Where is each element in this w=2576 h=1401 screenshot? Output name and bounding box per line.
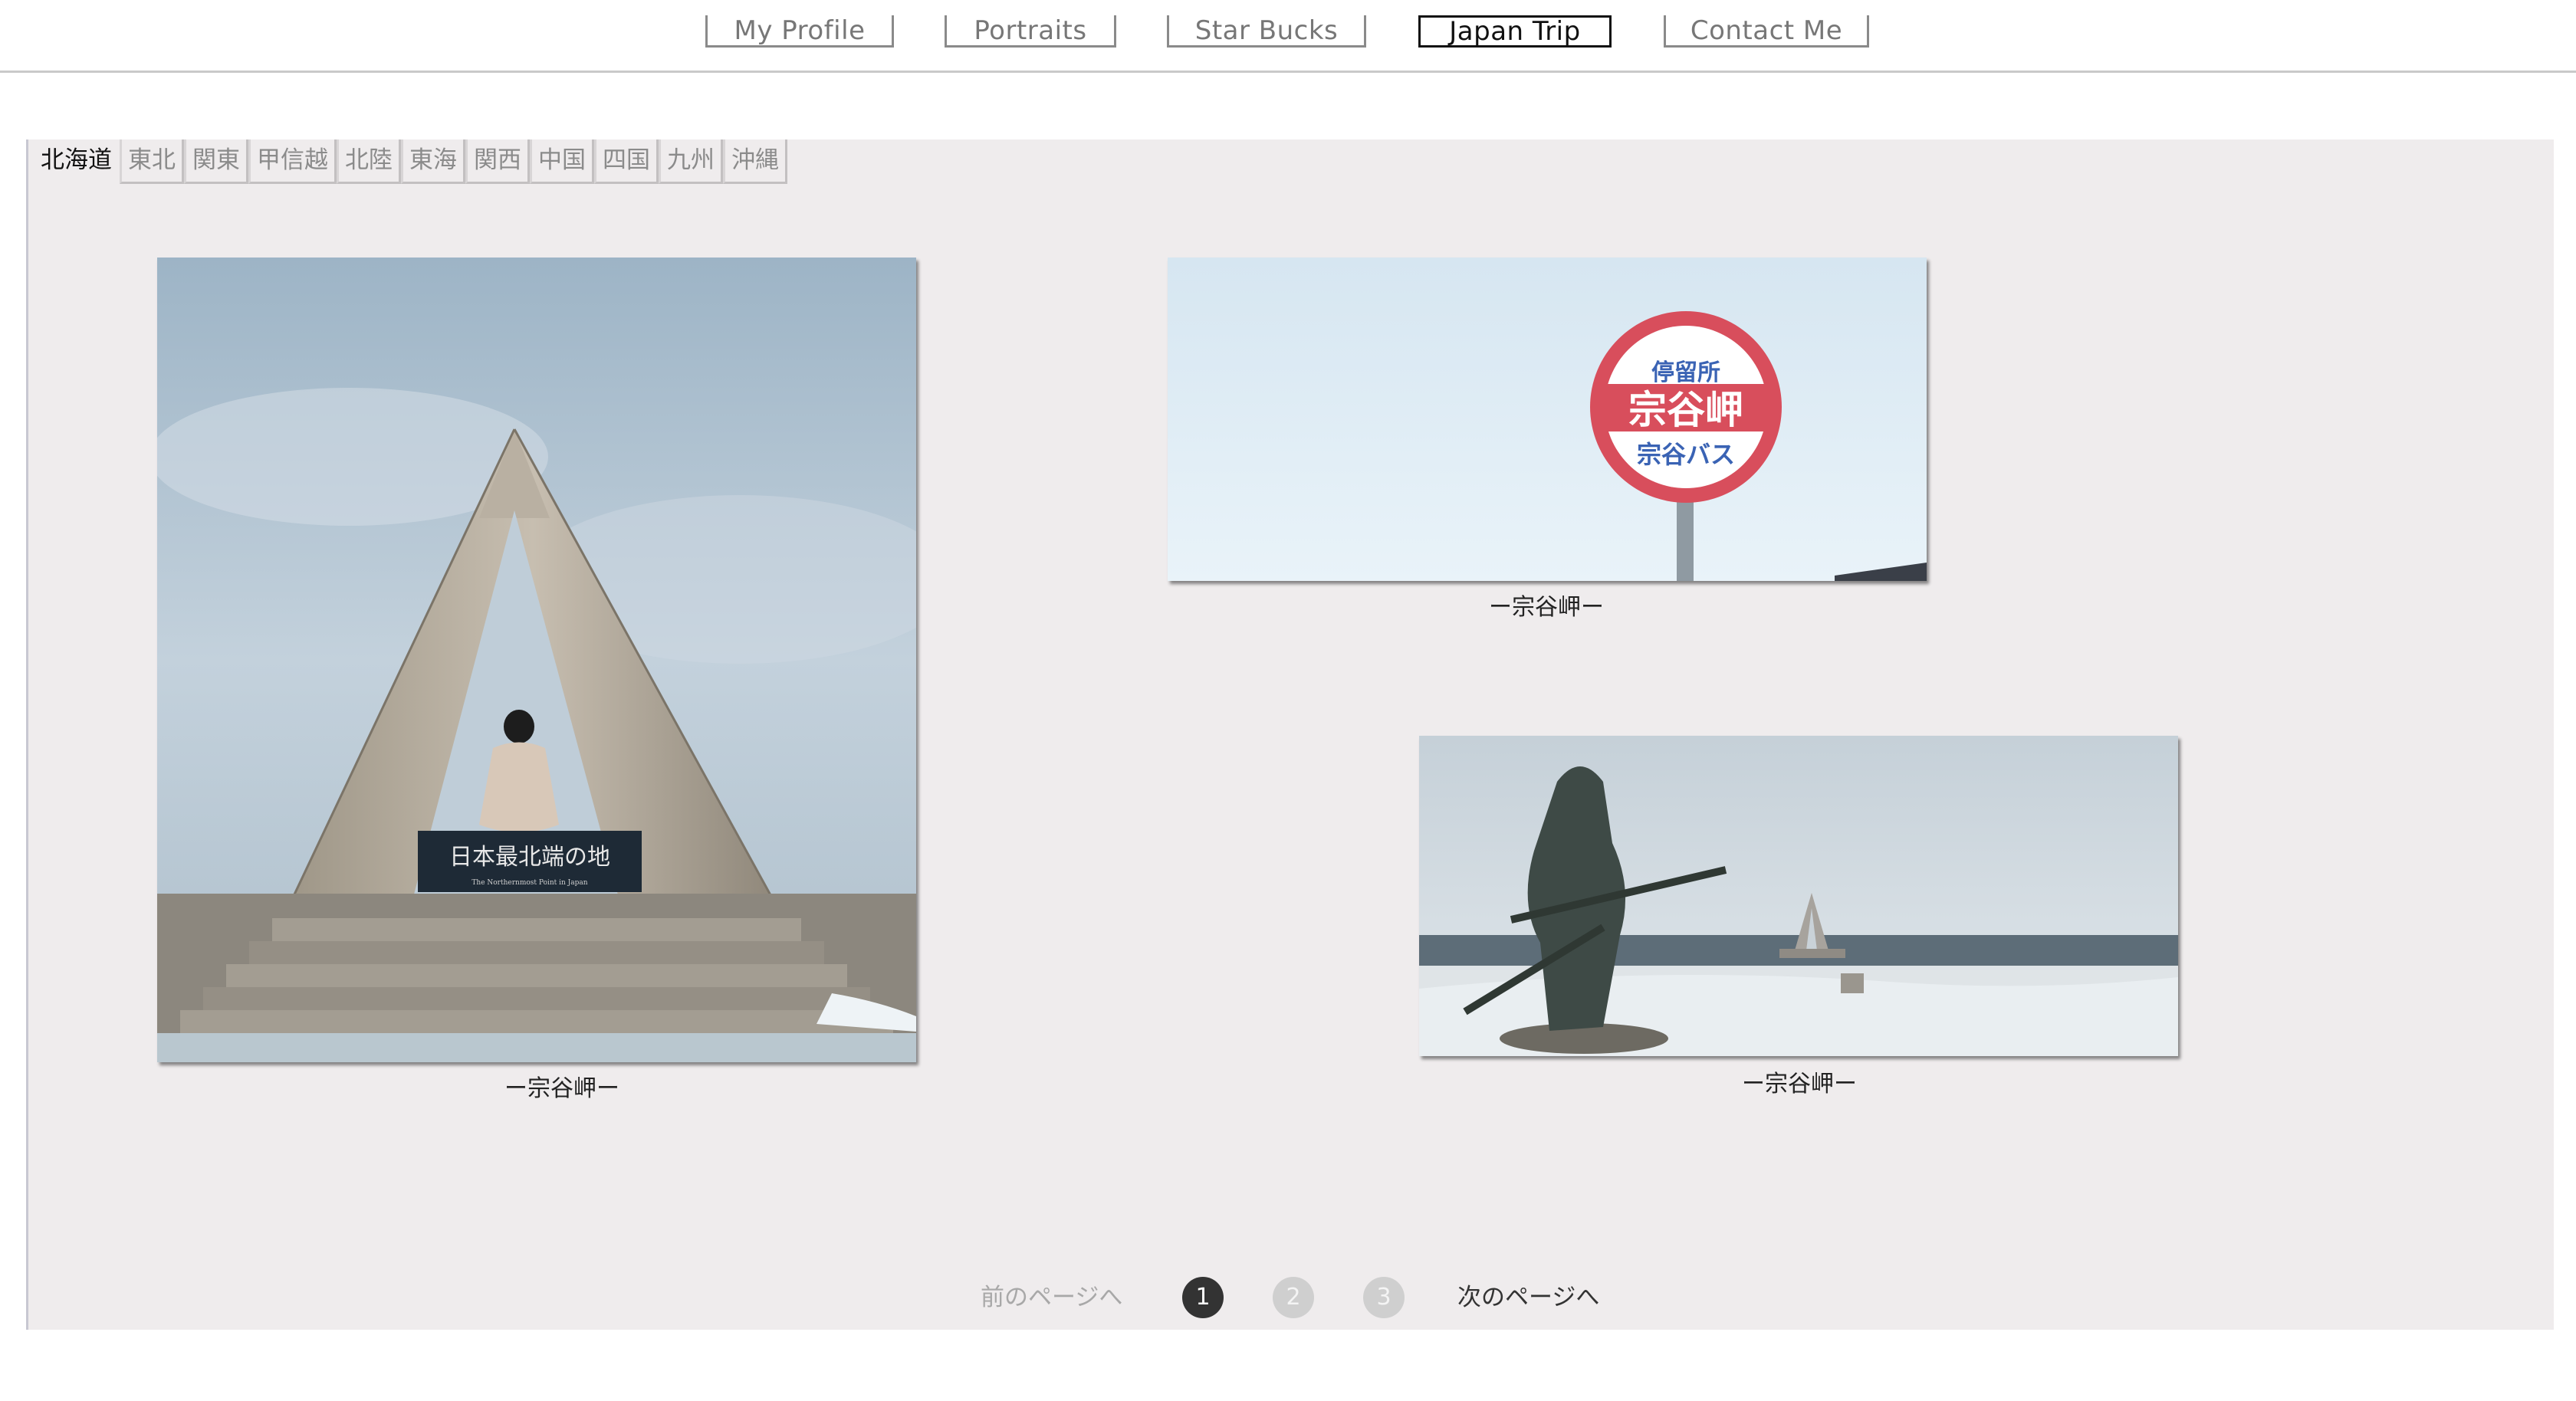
photo-caption: ー宗谷岬ー: [1489, 594, 1604, 621]
plaque-subtext: The Northernmost Point in Japan: [472, 879, 587, 887]
plaque-text: 日本最北端の地: [449, 844, 610, 871]
sign-bottom-text: 宗谷バス: [1637, 440, 1735, 469]
nav-portraits[interactable]: Portraits: [945, 15, 1116, 48]
tab-kanto[interactable]: 関東: [184, 139, 248, 184]
region-tabs: 北海道 東北 関東 甲信越 北陸 東海 関西 中国 四国 九州 沖縄: [38, 139, 787, 184]
photo-caption: ー宗谷岬ー: [504, 1075, 619, 1102]
tab-tokai[interactable]: 東海: [401, 139, 465, 184]
next-page-link[interactable]: 次のページへ: [1457, 1278, 1599, 1312]
page-1-button[interactable]: 1: [1182, 1277, 1224, 1318]
nav-contact-me[interactable]: Contact Me: [1664, 15, 1869, 48]
tab-kansai[interactable]: 関西: [465, 139, 530, 184]
tab-koshinetsu[interactable]: 甲信越: [248, 139, 337, 184]
tab-chugoku[interactable]: 中国: [530, 139, 594, 184]
nav-my-profile[interactable]: My Profile: [705, 15, 894, 48]
photo-caption: ー宗谷岬ー: [1742, 1071, 1857, 1098]
nav-star-bucks[interactable]: Star Bucks: [1167, 15, 1366, 48]
prev-page-link[interactable]: 前のページへ: [981, 1278, 1122, 1312]
photo-monument[interactable]: 日本最北端の地 The Northernmost Point in Japan: [157, 258, 916, 1062]
nav-japan-trip[interactable]: Japan Trip: [1418, 15, 1612, 48]
photo-statue[interactable]: [1419, 736, 2178, 1056]
sign-main-text: 宗谷岬: [1628, 388, 1743, 432]
page-3-button[interactable]: 3: [1363, 1277, 1405, 1318]
photo-bus-stop[interactable]: 停留所 宗谷岬 宗谷バス: [1168, 258, 1927, 581]
tab-okinawa[interactable]: 沖縄: [723, 139, 787, 184]
tab-kyushu[interactable]: 九州: [659, 139, 723, 184]
sign-top-text: 停留所: [1651, 359, 1720, 386]
top-navigation: My Profile Portraits Star Bucks Japan Tr…: [0, 0, 2576, 73]
tab-tohoku[interactable]: 東北: [120, 139, 184, 184]
tab-hokuriku[interactable]: 北陸: [337, 139, 401, 184]
tab-hokkaido[interactable]: 北海道: [38, 139, 120, 184]
page-2-button[interactable]: 2: [1273, 1277, 1314, 1318]
tab-shikoku[interactable]: 四国: [594, 139, 659, 184]
gallery-panel: 北海道 東北 関東 甲信越 北陸 東海 関西 中国 四国 九州 沖縄 日本最北端…: [26, 139, 2554, 1330]
